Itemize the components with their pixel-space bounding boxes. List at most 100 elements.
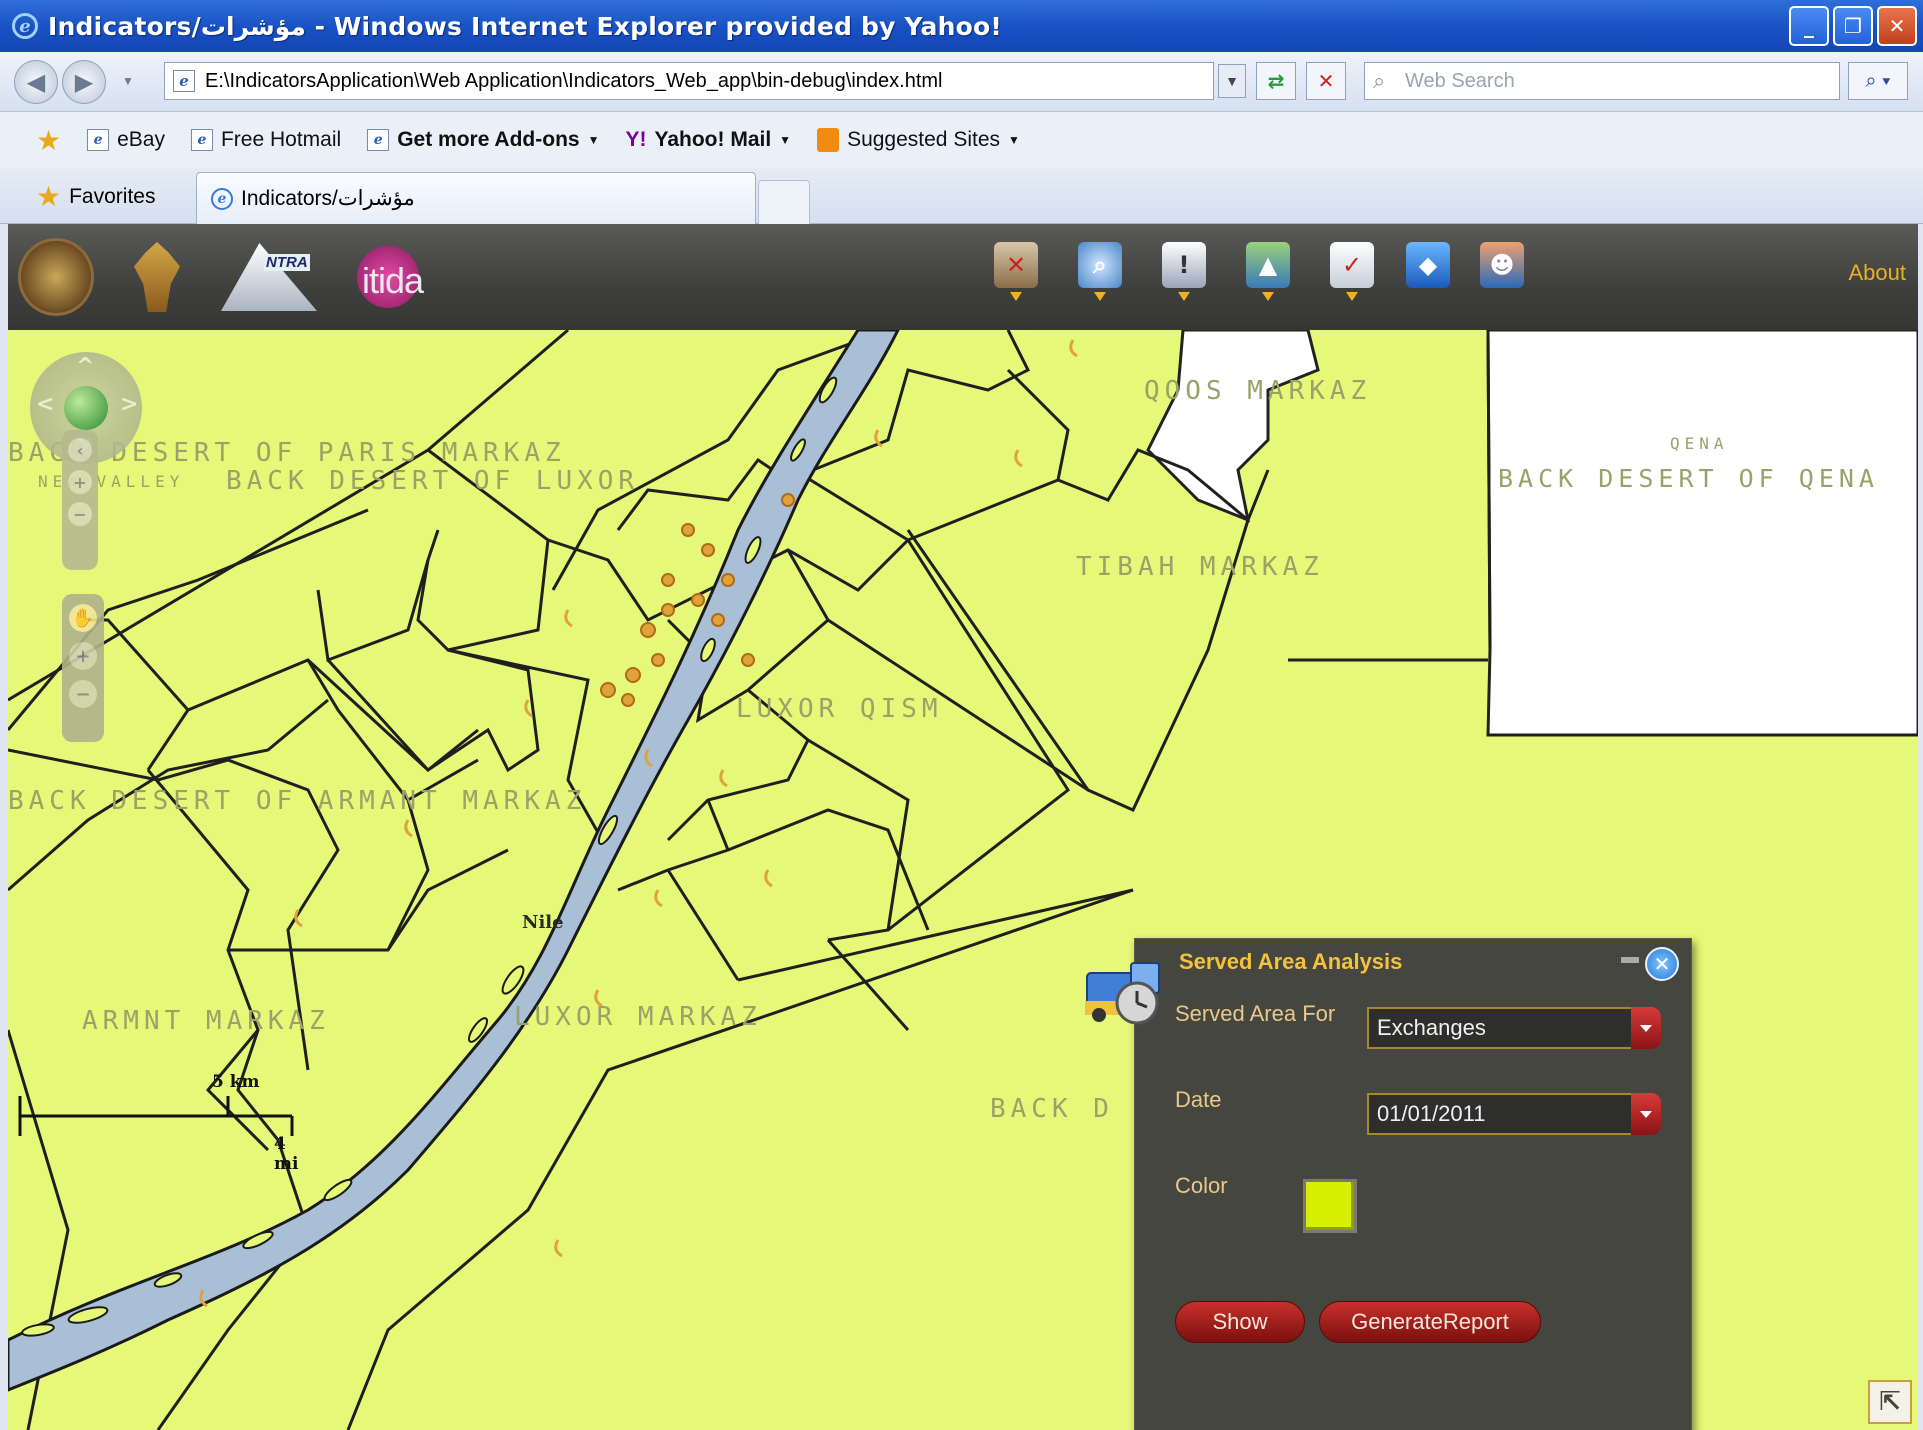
favorites-star-icon: ★ [36, 181, 62, 212]
label-back-d: BACK D [990, 1094, 1114, 1124]
favorites-bar: ★ e eBay e Free Hotmail e Get more Add-o… [0, 112, 1923, 168]
url-dropdown-icon[interactable]: ▼ [1218, 64, 1246, 98]
close-panel-button[interactable]: ✕ [1645, 947, 1679, 981]
chevron-down-icon: ▼ [587, 133, 600, 147]
pan-up-icon[interactable]: ^ [76, 354, 94, 379]
stop-icon: ✕ [1317, 69, 1335, 93]
close-window-button[interactable]: ✕ [1877, 6, 1917, 46]
window-title: Indicators/مؤشرات - Windows Internet Exp… [48, 11, 1002, 41]
cube-tool-icon: ◆ [1406, 242, 1450, 288]
new-tab-button[interactable] [758, 180, 810, 224]
url-text: E:\IndicatorsApplication\Web Application… [205, 69, 943, 92]
itida-logo: itida [326, 238, 450, 316]
chevron-down-icon [1094, 292, 1106, 301]
chevron-down-icon [1262, 292, 1274, 301]
search-input[interactable]: ⌕ Web Search [1364, 62, 1840, 100]
back-arrow-icon: ◀ [26, 68, 46, 96]
show-button[interactable]: Show [1175, 1301, 1305, 1343]
served-area-label: Served Area For [1175, 1001, 1336, 1026]
history-dropdown-icon[interactable]: ▼ [122, 74, 134, 88]
label-new-valley: NEW VALLEY [38, 472, 185, 491]
served-area-select[interactable]: Exchanges [1367, 1007, 1661, 1049]
checklist-tool-icon: ✓ [1330, 242, 1374, 288]
search-tool-button[interactable]: ⌕ [1074, 242, 1126, 306]
layers-tool-icon: ▲ [1246, 242, 1290, 288]
scale-bar-graphic [18, 1096, 294, 1136]
ie-page-icon: e [190, 129, 213, 151]
pan-left-icon[interactable]: < [36, 392, 54, 417]
label-qoos-markaz: QOOS MARKAZ [1144, 376, 1372, 406]
ministry-seal-logo [18, 238, 94, 316]
scale-mi-label: 4 mi [274, 1134, 299, 1174]
map-view[interactable]: QOOS MARKAZ QENA BACK DESERT OF QENA BAC… [8, 330, 1918, 1430]
close-icon: ✕ [1653, 952, 1671, 976]
restore-button[interactable]: ❐ [1833, 6, 1873, 46]
calendar-dropdown-icon[interactable] [1631, 1093, 1661, 1135]
tab-bar: ★ Favorites e Indicators/مؤشرات [0, 168, 1923, 224]
fav-item-ebay[interactable]: e eBay [87, 128, 165, 152]
magnifier-icon: ⌕ ▾ [1865, 69, 1891, 92]
date-label: Date [1175, 1087, 1222, 1112]
yahoo-icon: Y! [625, 128, 647, 151]
zoom-in-icon[interactable]: + [68, 470, 92, 494]
globe-icon[interactable] [64, 386, 108, 430]
chevron-down-icon [1346, 292, 1358, 301]
panel-title: Served Area Analysis [1179, 949, 1403, 974]
suggested-sites-icon [817, 128, 840, 152]
pan-right-icon[interactable]: > [120, 392, 138, 417]
fav-label: Suggested Sites [847, 128, 1000, 151]
users-tool-button[interactable]: ☻ [1476, 242, 1528, 306]
served-area-analysis-panel: Served Area Analysis ✕ Served Area For E… [1085, 938, 1692, 1430]
overview-toggle-button[interactable]: ⇱ [1868, 1380, 1912, 1424]
label-armnt-markaz: ARMNT MARKAZ [82, 1006, 330, 1036]
fav-item-yahoo-mail[interactable]: Y! Yahoo! Mail ▼ [625, 128, 791, 152]
add-favorite-star-icon[interactable]: ★ [36, 124, 61, 157]
ie-page-icon: e [87, 129, 110, 151]
users-tool-icon: ☻ [1480, 242, 1524, 288]
favorites-label: Favorites [69, 184, 156, 208]
stop-button[interactable]: ✕ [1306, 62, 1346, 100]
back-button[interactable]: ◀ [14, 60, 58, 104]
alert-tool-icon: ! [1162, 242, 1206, 288]
window-titlebar: e Indicators/مؤشرات - Windows Internet E… [0, 0, 1923, 52]
zoom-in-tool-icon[interactable]: + [69, 642, 97, 670]
address-bar: ◀ ▶ ▼ e E:\IndicatorsApplication\Web App… [0, 52, 1923, 112]
chevron-down-icon [1010, 292, 1022, 301]
layers-tool-button[interactable]: ▲ [1242, 242, 1294, 306]
fav-item-addons[interactable]: e Get more Add-ons ▼ [367, 128, 599, 152]
alert-tool-button[interactable]: ! [1158, 242, 1210, 306]
search-go-button[interactable]: ⌕ ▾ [1848, 62, 1908, 100]
search-icon: ⌕ [1373, 68, 1386, 93]
chevron-down-icon[interactable] [1631, 1007, 1661, 1049]
chevron-down-icon: ▼ [779, 133, 792, 147]
zoom-out-icon[interactable]: − [68, 502, 92, 526]
label-back-desert-luxor: BACK DESERT OF LUXOR [226, 466, 640, 496]
zoom-out-tool-icon[interactable]: − [69, 680, 97, 708]
tool-control: ✋ + − [62, 594, 104, 742]
minimize-panel-button[interactable] [1621, 957, 1639, 963]
forward-button[interactable]: ▶ [62, 60, 106, 104]
url-field[interactable]: e E:\IndicatorsApplication\Web Applicati… [164, 62, 1214, 100]
cube-tool-button[interactable]: ◆ [1402, 242, 1454, 306]
about-link[interactable]: About [1849, 260, 1907, 286]
color-picker[interactable] [1303, 1179, 1357, 1233]
page-icon: e [173, 70, 195, 92]
tab-indicators[interactable]: e Indicators/مؤشرات [196, 172, 756, 224]
fav-label: eBay [117, 128, 165, 151]
map-tool-button[interactable]: ✕ [990, 242, 1042, 306]
ie-logo-icon: e [12, 13, 38, 39]
favorites-button[interactable]: ★ Favorites [36, 180, 155, 213]
date-field[interactable]: 01/01/2011 [1367, 1093, 1661, 1135]
generate-report-button[interactable]: GenerateReport [1319, 1301, 1541, 1343]
refresh-button[interactable]: ⇄ [1256, 62, 1296, 100]
fav-item-hotmail[interactable]: e Free Hotmail [190, 128, 341, 152]
checklist-tool-button[interactable]: ✓ [1326, 242, 1378, 306]
date-value: 01/01/2011 [1377, 1101, 1486, 1126]
truck-clock-icon [1081, 951, 1165, 1031]
minimize-button[interactable]: _ [1789, 6, 1829, 46]
fav-label: Yahoo! Mail [654, 128, 772, 151]
nav-prev-arrow [46, 430, 70, 466]
nav-prev-icon[interactable]: ‹ [68, 438, 92, 462]
fav-item-suggested-sites[interactable]: Suggested Sites ▼ [817, 128, 1020, 152]
pan-hand-icon[interactable]: ✋ [69, 604, 97, 632]
